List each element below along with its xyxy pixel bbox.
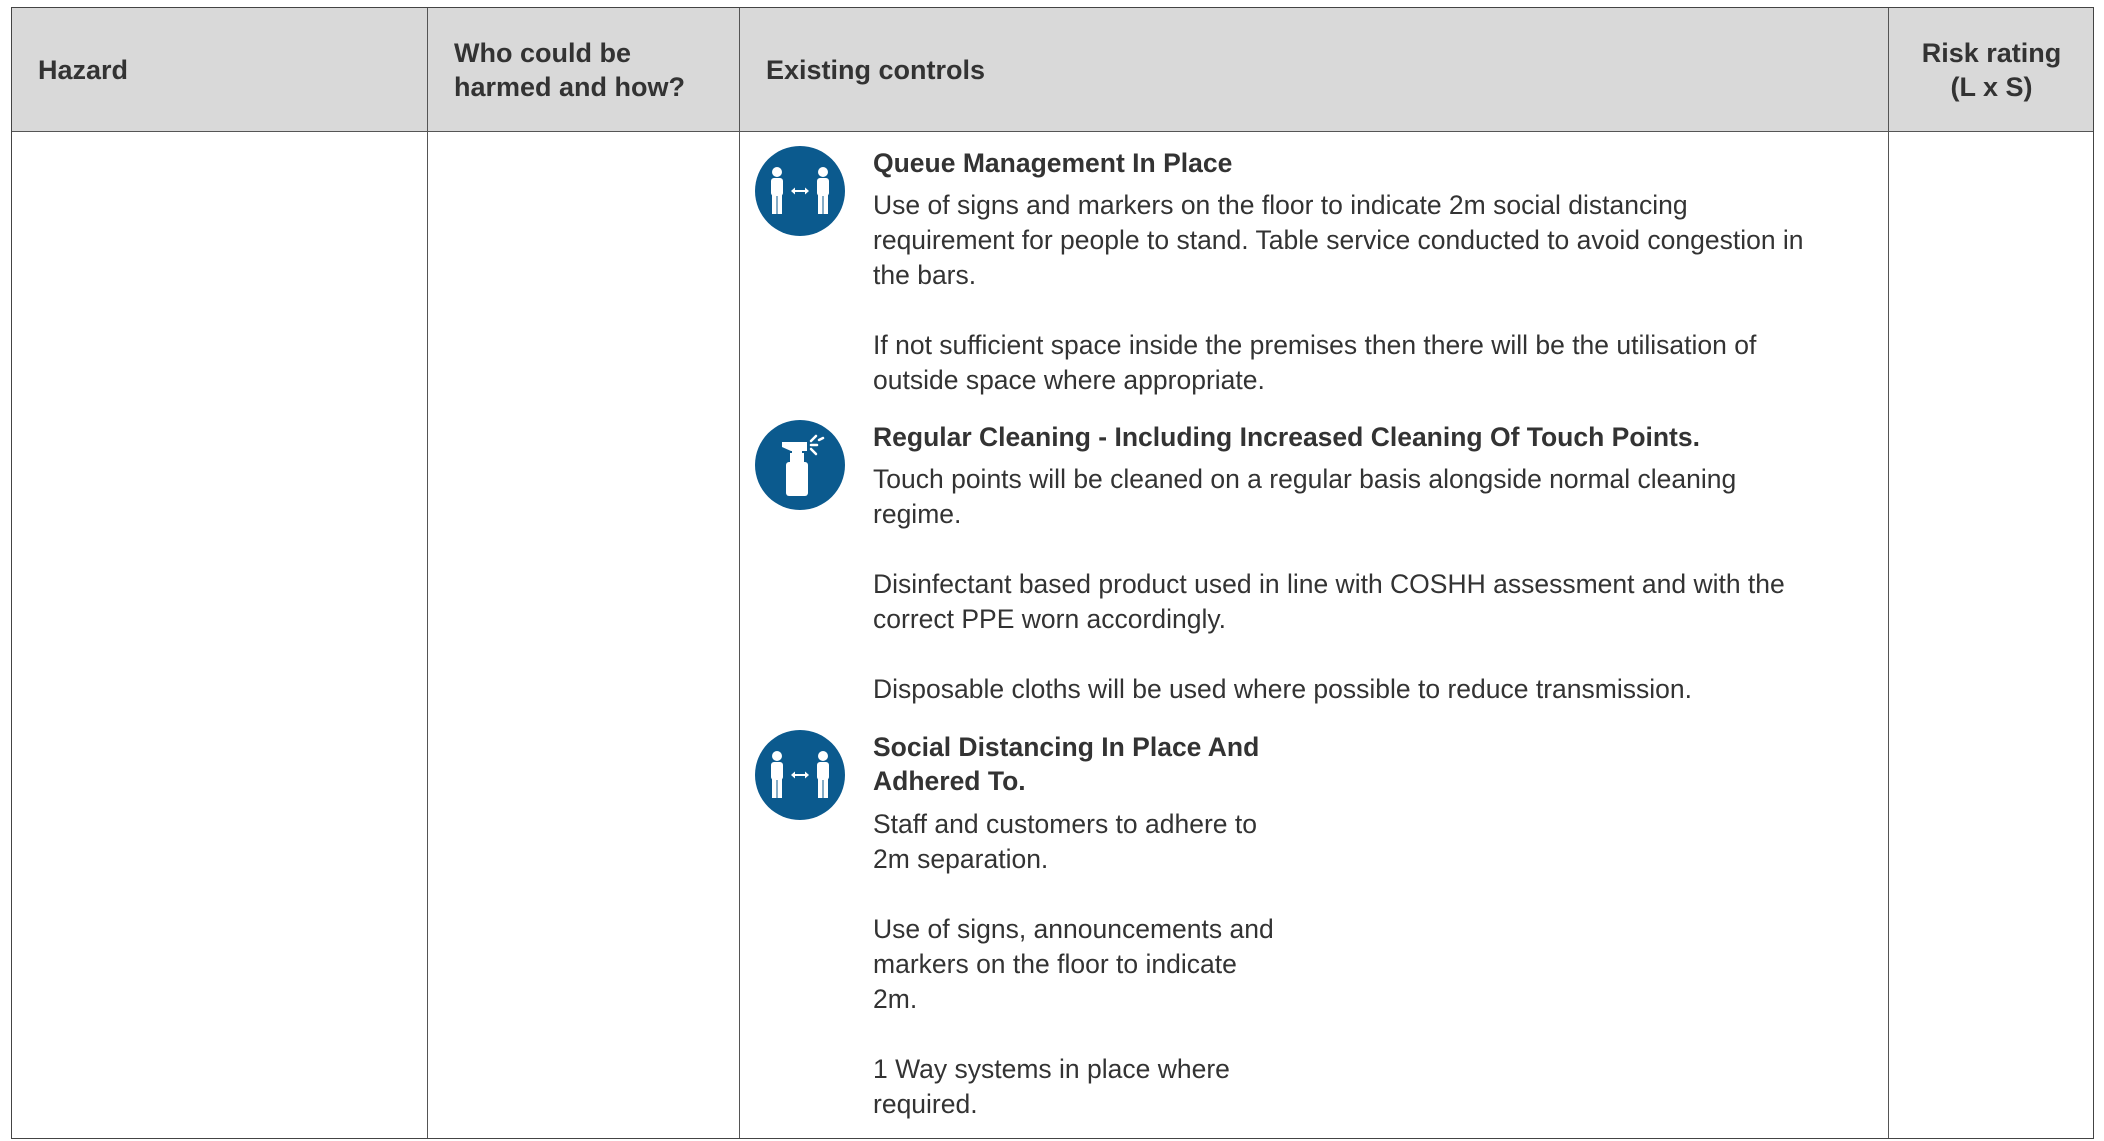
control-paragraph: 1 Way systems in place where required. bbox=[873, 1054, 1230, 1119]
spray-bottle-icon bbox=[755, 420, 845, 510]
social-distancing-icon bbox=[755, 146, 845, 236]
header-who-harmed: Who could be harmed and how? bbox=[454, 38, 686, 102]
control-title: Regular Cleaning - Including Increased C… bbox=[873, 422, 1700, 452]
header-risk-rating: Risk rating (L x S) bbox=[1921, 38, 2062, 102]
risk-assessment-table: Hazard Who could be harmed and how? Exist… bbox=[11, 7, 2094, 1139]
control-title: Social Distancing In Place And Adhered T… bbox=[873, 732, 1260, 796]
control-paragraph: Disinfectant based product used in line … bbox=[873, 569, 1785, 634]
control-paragraph: Disposable cloths will be used where pos… bbox=[873, 674, 1692, 704]
header-hazard: Hazard bbox=[38, 55, 129, 85]
column-divider bbox=[1888, 8, 1889, 1138]
control-paragraph: Touch points will be cleaned on a regula… bbox=[873, 464, 1737, 529]
header-existing-controls: Existing controls bbox=[766, 55, 986, 85]
control-paragraph: If not sufficient space inside the premi… bbox=[873, 330, 1757, 395]
control-paragraph: Use of signs, announcements and markers … bbox=[873, 914, 1274, 1014]
control-description: Touch points will be cleaned on a regula… bbox=[873, 462, 1785, 707]
control-paragraph: Staff and customers to adhere to 2m sepa… bbox=[873, 809, 1257, 874]
control-description: Staff and customers to adhere to 2m sepa… bbox=[873, 807, 1274, 1122]
column-divider bbox=[427, 8, 428, 1138]
column-divider bbox=[739, 8, 740, 1138]
social-distancing-icon bbox=[755, 730, 845, 820]
control-paragraph: Use of signs and markers on the floor to… bbox=[873, 190, 1804, 290]
control-description: Use of signs and markers on the floor to… bbox=[873, 188, 1804, 398]
control-title: Queue Management In Place bbox=[873, 148, 1233, 178]
